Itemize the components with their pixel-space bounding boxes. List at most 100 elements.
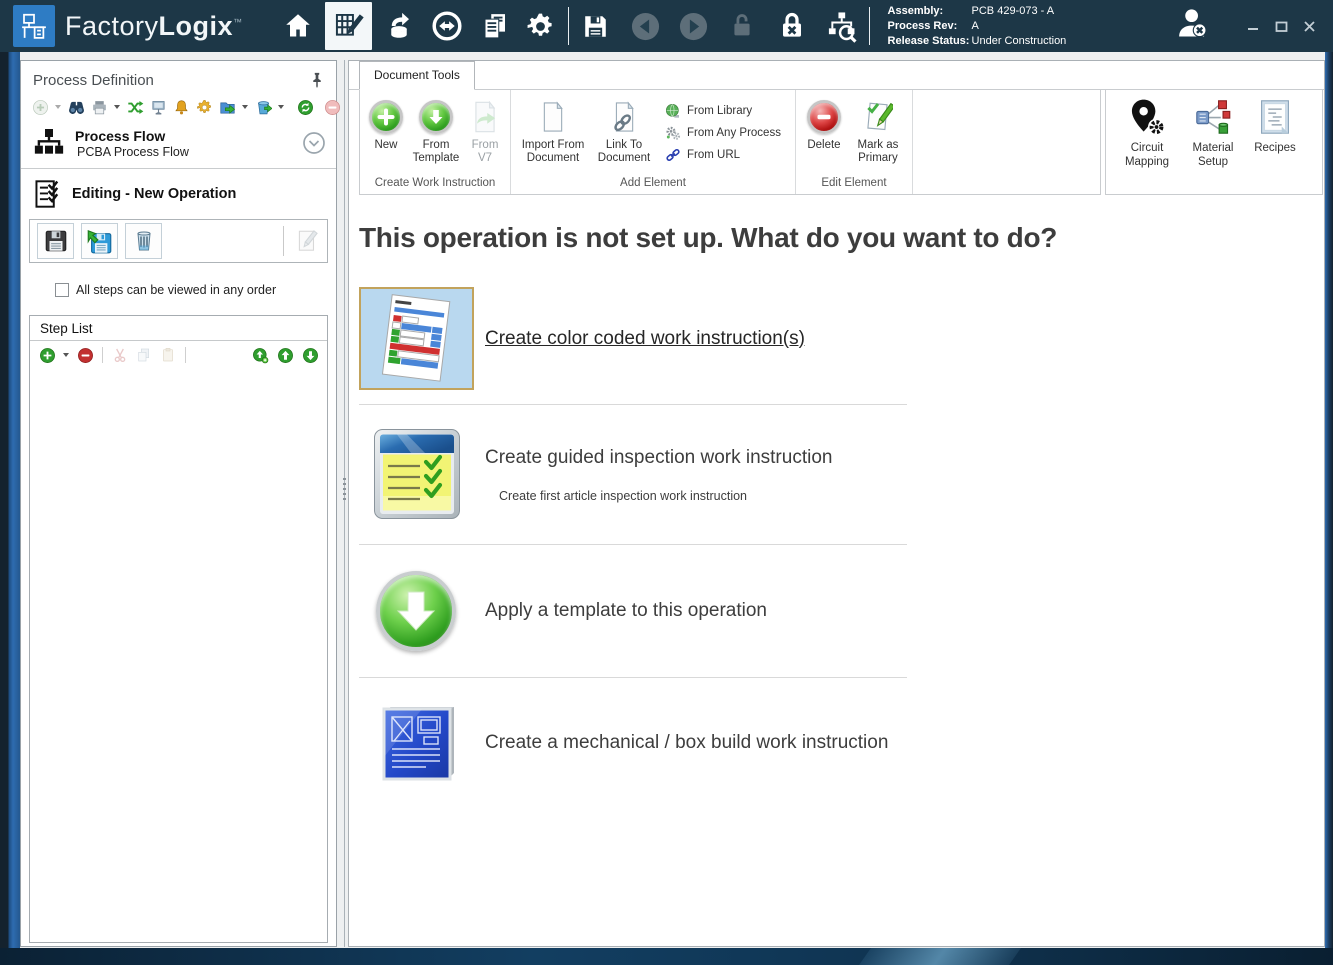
unlock-button[interactable] xyxy=(723,2,761,50)
circuit-mapping-pin-icon xyxy=(1128,98,1166,136)
lock-close-icon xyxy=(777,11,807,41)
insert-step-icon[interactable] xyxy=(251,346,269,364)
desk-logo-icon xyxy=(19,11,49,41)
step-list-body[interactable] xyxy=(30,369,327,942)
production-button[interactable] xyxy=(380,2,418,50)
save-disk-icon xyxy=(43,228,69,254)
option-first-article-link[interactable]: Create first article inspection work ins… xyxy=(499,489,832,503)
add-step-icon[interactable] xyxy=(38,346,56,364)
link-to-document-button[interactable]: Link To Document xyxy=(591,97,657,165)
process-search-button[interactable] xyxy=(823,2,861,50)
group-label-create: Create Work Instruction xyxy=(360,174,510,194)
folder-export-icon[interactable] xyxy=(218,98,236,116)
settings-button[interactable] xyxy=(522,2,560,50)
delete-operation-button[interactable] xyxy=(125,223,162,259)
from-template-button[interactable]: From Template xyxy=(408,97,464,165)
remove-step-icon[interactable] xyxy=(76,346,94,364)
option-apply-template-link[interactable]: Apply a template to this operation xyxy=(485,600,767,622)
release-status-value: Under Construction xyxy=(972,35,1067,47)
process-definition-button[interactable] xyxy=(325,2,372,50)
recipes-icon xyxy=(1258,98,1292,136)
main-panel: Document Tools New xyxy=(348,60,1325,947)
option-mechanical-link[interactable]: Create a mechanical / box build work ins… xyxy=(485,732,888,754)
add-dropdown-caret[interactable] xyxy=(55,105,61,109)
print-icon[interactable] xyxy=(90,98,108,116)
mark-primary-icon xyxy=(863,100,893,134)
ribbon-empty-space xyxy=(913,90,1100,194)
titlebar-separator xyxy=(568,7,569,45)
move-down-icon[interactable] xyxy=(301,346,319,364)
option-color-coded: Create color coded work instruction(s) xyxy=(359,287,907,405)
back-button[interactable] xyxy=(627,2,665,50)
process-flow-title: Process Flow xyxy=(75,128,189,144)
pin-icon[interactable] xyxy=(308,71,326,89)
delete-element-button[interactable]: Delete xyxy=(800,97,848,152)
process-flow-row[interactable]: Process Flow PCBA Process Flow xyxy=(21,119,336,169)
recipes-button[interactable]: Recipes xyxy=(1246,98,1304,194)
add-step-dropdown-caret[interactable] xyxy=(63,353,69,357)
material-setup-button[interactable]: Material Setup xyxy=(1180,98,1246,194)
binoculars-icon[interactable] xyxy=(67,98,85,116)
minimize-button[interactable] xyxy=(1245,18,1261,34)
bucket-dropdown-caret[interactable] xyxy=(278,105,284,109)
mark-as-primary-button[interactable]: Mark as Primary xyxy=(848,97,908,165)
apply-template-icon[interactable] xyxy=(376,571,456,651)
bucket-export-icon[interactable] xyxy=(254,98,272,116)
process-flow-icon xyxy=(33,127,65,159)
option-guided-inspection-link[interactable]: Create guided inspection work instructio… xyxy=(485,447,832,469)
back-icon xyxy=(630,11,661,42)
import-disk-icon xyxy=(86,228,113,255)
collapse-icon[interactable] xyxy=(302,131,326,155)
factorylogix-logo xyxy=(13,5,55,47)
settings-gear-icon xyxy=(525,11,556,42)
group-label-add: Add Element xyxy=(511,174,795,194)
toolbar-separator xyxy=(102,347,103,363)
import-from-document-button[interactable]: Import From Document xyxy=(515,97,591,165)
any-order-checkbox[interactable] xyxy=(55,283,69,297)
gear-icon[interactable] xyxy=(195,98,213,116)
remove-icon[interactable] xyxy=(323,98,341,116)
workspace: Process Definition xyxy=(0,52,1333,948)
mechanical-blueprint-icon[interactable] xyxy=(380,701,462,785)
save-operation-button[interactable] xyxy=(37,223,74,259)
close-button[interactable] xyxy=(1301,18,1317,34)
forward-button[interactable] xyxy=(675,2,713,50)
refresh-icon[interactable] xyxy=(296,98,314,116)
close-icon xyxy=(1303,20,1316,33)
guided-inspection-icon[interactable] xyxy=(373,428,463,522)
from-url-button[interactable]: From URL xyxy=(665,147,781,163)
folder-export-dropdown-caret[interactable] xyxy=(242,105,248,109)
sync-icon[interactable] xyxy=(126,98,144,116)
library-globe-icon xyxy=(665,103,681,119)
bell-icon[interactable] xyxy=(172,98,190,116)
transfer-button[interactable] xyxy=(428,2,466,50)
lock-close-button[interactable] xyxy=(773,2,811,50)
save-button[interactable] xyxy=(577,2,615,50)
option-color-coded-link[interactable]: Create color coded work instruction(s) xyxy=(485,328,805,350)
any-process-gears-icon xyxy=(665,125,681,141)
process-flow-subtitle: PCBA Process Flow xyxy=(75,145,189,159)
print-dropdown-caret[interactable] xyxy=(114,105,120,109)
screen-icon[interactable] xyxy=(149,98,167,116)
tab-document-tools[interactable]: Document Tools xyxy=(359,61,475,90)
move-up-icon[interactable] xyxy=(276,346,294,364)
option-mechanical: Create a mechanical / box build work ins… xyxy=(359,678,907,808)
user-logout-button[interactable] xyxy=(1175,6,1211,47)
from-template-arrow-icon xyxy=(419,100,453,134)
maximize-button[interactable] xyxy=(1273,18,1289,34)
panel-splitter[interactable] xyxy=(344,60,345,947)
toolbar-separator xyxy=(185,347,186,363)
import-operation-button[interactable] xyxy=(81,223,118,259)
documents-button[interactable] xyxy=(476,2,514,50)
circuit-mapping-button[interactable]: Circuit Mapping xyxy=(1114,98,1180,194)
assembly-label: Assembly: xyxy=(888,4,972,19)
page-title: This operation is not set up. What do yo… xyxy=(359,222,1324,254)
from-any-process-button[interactable]: From Any Process xyxy=(665,125,781,141)
production-icon xyxy=(384,11,414,41)
home-button[interactable] xyxy=(279,2,317,50)
color-coded-sheet-icon[interactable] xyxy=(359,287,474,390)
new-button[interactable]: New xyxy=(364,97,408,152)
window-bottom-border xyxy=(0,948,1333,965)
add-icon[interactable] xyxy=(31,98,49,116)
from-library-button[interactable]: From Library xyxy=(665,103,781,119)
